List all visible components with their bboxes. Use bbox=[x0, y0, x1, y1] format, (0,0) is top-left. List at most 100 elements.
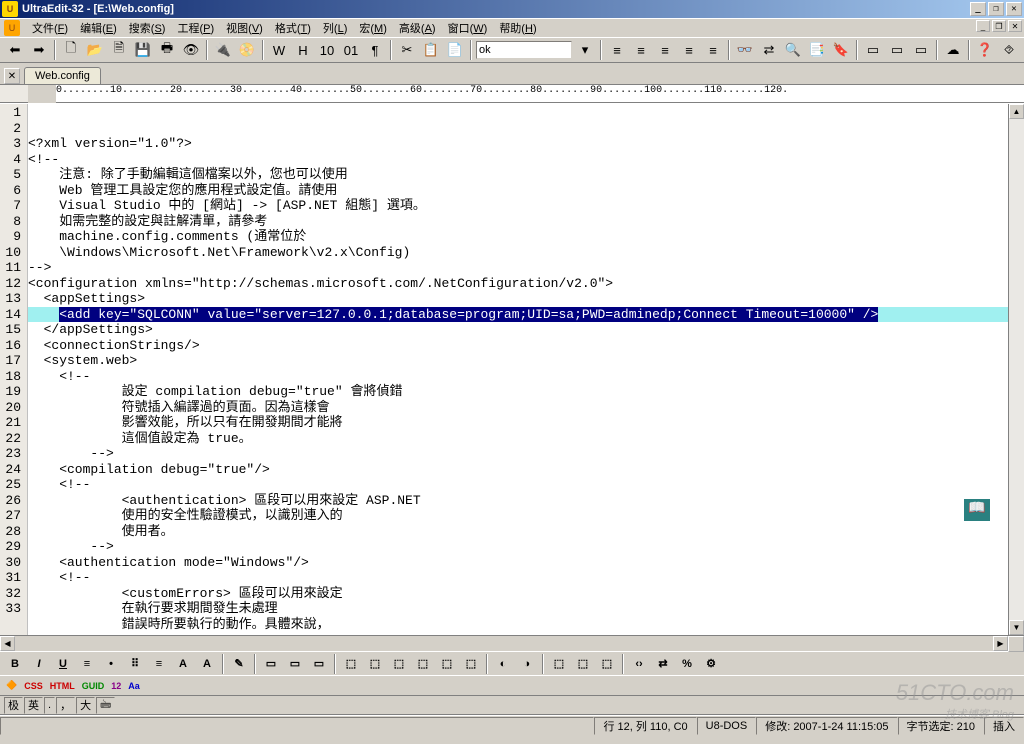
scroll-right-button[interactable]: ▶ bbox=[993, 636, 1008, 651]
ime-segment[interactable]: 极 bbox=[4, 697, 23, 714]
code-line[interactable]: --> bbox=[28, 446, 1008, 462]
format-button[interactable]: A bbox=[172, 654, 194, 674]
format-button[interactable]: ▭ bbox=[308, 654, 330, 674]
toolbar-button[interactable]: 📋 bbox=[420, 39, 442, 61]
scroll-down-button[interactable]: ▼ bbox=[1009, 620, 1024, 635]
toolbar-button[interactable]: ⯑ bbox=[998, 39, 1020, 61]
extra-button[interactable]: GUID bbox=[80, 680, 107, 692]
format-button[interactable]: % bbox=[676, 654, 698, 674]
minimize-button[interactable]: _ bbox=[970, 2, 986, 16]
toolbar-button[interactable]: 👁 bbox=[180, 39, 202, 61]
format-button[interactable]: ≡ bbox=[76, 654, 98, 674]
mdi-minimize[interactable]: _ bbox=[976, 20, 990, 32]
code-line[interactable]: --> bbox=[28, 539, 1008, 555]
tab-close-button[interactable]: ✕ bbox=[4, 68, 20, 84]
menu-item[interactable]: 文件(F) bbox=[26, 19, 74, 37]
code-line[interactable] bbox=[28, 632, 1008, 635]
format-button[interactable]: ◐ bbox=[492, 654, 514, 674]
toolbar-button[interactable]: H bbox=[292, 39, 314, 61]
format-button[interactable]: A bbox=[196, 654, 218, 674]
format-button[interactable]: ⬚ bbox=[572, 654, 594, 674]
extra-button[interactable]: 🔶 bbox=[4, 679, 19, 692]
code-line[interactable]: 使用者。 bbox=[28, 524, 1008, 540]
scroll-up-button[interactable]: ▲ bbox=[1009, 104, 1024, 119]
format-button[interactable]: • bbox=[100, 654, 122, 674]
close-button[interactable]: ✕ bbox=[1006, 2, 1022, 16]
toolbar-button[interactable]: 🔍 bbox=[782, 39, 804, 61]
toolbar-button[interactable]: ⇄ bbox=[758, 39, 780, 61]
format-button[interactable]: B bbox=[4, 654, 26, 674]
code-line[interactable]: <appSettings> bbox=[28, 291, 1008, 307]
toolbar-button[interactable]: ✂ bbox=[396, 39, 418, 61]
toolbar-button[interactable]: 📂 bbox=[84, 39, 106, 61]
format-button[interactable]: ⬚ bbox=[388, 654, 410, 674]
format-button[interactable]: ✎ bbox=[228, 654, 250, 674]
toolbar-button[interactable]: 💾 bbox=[132, 39, 154, 61]
scroll-left-button[interactable]: ◀ bbox=[0, 636, 15, 651]
toolbar-button[interactable]: 🗋 bbox=[60, 39, 82, 61]
code-line[interactable]: 這個值設定為 true。 bbox=[28, 431, 1008, 447]
format-button[interactable]: ▭ bbox=[260, 654, 282, 674]
toolbar-button[interactable]: ❓ bbox=[974, 39, 996, 61]
toolbar-button[interactable]: 🔖 bbox=[830, 39, 852, 61]
code-line[interactable]: Visual Studio 中的 [網站] -> [ASP.NET 組態] 選項… bbox=[28, 198, 1008, 214]
toolbar-button[interactable]: W bbox=[268, 39, 290, 61]
toolbar-button[interactable]: ☁ bbox=[942, 39, 964, 61]
toolbar-button[interactable]: 🔌 bbox=[212, 39, 234, 61]
format-button[interactable]: ‹› bbox=[628, 654, 650, 674]
format-button[interactable]: ⬚ bbox=[460, 654, 482, 674]
code-line[interactable]: 影響效能，所以只有在開發期間才能將 bbox=[28, 415, 1008, 431]
menu-item[interactable]: 工程(P) bbox=[171, 19, 220, 37]
code-line[interactable]: <system.web> bbox=[28, 353, 1008, 369]
toolbar-button[interactable]: 👓 bbox=[734, 39, 756, 61]
restore-button[interactable]: ❐ bbox=[988, 2, 1004, 16]
toolbar-button[interactable]: ≡ bbox=[606, 39, 628, 61]
extra-button[interactable]: CSS bbox=[22, 680, 45, 692]
code-line[interactable]: 如需完整的設定與註解清單，請參考 bbox=[28, 214, 1008, 230]
code-line[interactable]: 符號插入編譯過的頁面。因為這樣會 bbox=[28, 400, 1008, 416]
code-line[interactable]: 使用的安全性驗證模式，以識別連入的 bbox=[28, 508, 1008, 524]
menu-item[interactable]: 搜索(S) bbox=[123, 19, 172, 37]
editor[interactable]: 1234567891011121314151617181920212223242… bbox=[0, 103, 1024, 635]
menu-item[interactable]: 高级(A) bbox=[393, 19, 442, 37]
toolbar-button[interactable]: ▭ bbox=[910, 39, 932, 61]
code-line[interactable]: <configuration xmlns="http://schemas.mic… bbox=[28, 276, 1008, 292]
format-button[interactable]: ⬚ bbox=[412, 654, 434, 674]
code-line[interactable]: 在執行要求期間發生未處理 bbox=[28, 601, 1008, 617]
mdi-close[interactable]: ✕ bbox=[1008, 20, 1022, 32]
toolbar-button[interactable]: 01 bbox=[340, 39, 362, 61]
toolbar-button[interactable]: ▾ bbox=[574, 39, 596, 61]
code-line[interactable]: machine.config.comments (通常位於 bbox=[28, 229, 1008, 245]
code-line[interactable]: --> bbox=[28, 260, 1008, 276]
code-line[interactable]: <!-- bbox=[28, 152, 1008, 168]
format-button[interactable]: I bbox=[28, 654, 50, 674]
ime-segment[interactable]: 🖮 bbox=[96, 697, 115, 714]
toolbar-button[interactable]: 10 bbox=[316, 39, 338, 61]
format-button[interactable]: ⚙ bbox=[700, 654, 722, 674]
file-tab[interactable]: Web.config bbox=[24, 67, 101, 84]
code-line[interactable]: <authentication> 區段可以用來設定 ASP.NET bbox=[28, 493, 1008, 509]
extra-button[interactable]: Aa bbox=[126, 680, 142, 692]
menu-item[interactable]: 帮助(H) bbox=[493, 19, 542, 37]
format-button[interactable]: ⬚ bbox=[596, 654, 618, 674]
toolbar-button[interactable]: 📑 bbox=[806, 39, 828, 61]
toolbar-button[interactable]: ≡ bbox=[702, 39, 724, 61]
extra-button[interactable]: HTML bbox=[48, 680, 77, 692]
toolbar-button[interactable]: ≡ bbox=[654, 39, 676, 61]
code-line[interactable]: <!-- bbox=[28, 477, 1008, 493]
ime-segment[interactable]: 英 bbox=[24, 697, 43, 714]
mdi-restore[interactable]: ❐ bbox=[992, 20, 1006, 32]
menu-item[interactable]: 宏(M) bbox=[353, 19, 393, 37]
menu-item[interactable]: 编辑(E) bbox=[74, 19, 123, 37]
ime-segment[interactable]: ， bbox=[56, 697, 75, 714]
code-line[interactable]: Web 管理工具設定您的應用程式設定值。請使用 bbox=[28, 183, 1008, 199]
format-button[interactable]: ⠿ bbox=[124, 654, 146, 674]
toolbar-button[interactable]: 🖶 bbox=[156, 39, 178, 61]
toolbar-button[interactable]: ≡ bbox=[678, 39, 700, 61]
format-button[interactable]: ⇄ bbox=[652, 654, 674, 674]
format-button[interactable]: ⬚ bbox=[340, 654, 362, 674]
code-area[interactable]: <?xml version="1.0"?><!-- 注意: 除了手動編輯這個檔案… bbox=[28, 104, 1008, 635]
ime-segment[interactable]: 大 bbox=[76, 697, 95, 714]
toolbar-button[interactable]: ⬅ bbox=[4, 39, 26, 61]
format-button[interactable]: ⬚ bbox=[548, 654, 570, 674]
